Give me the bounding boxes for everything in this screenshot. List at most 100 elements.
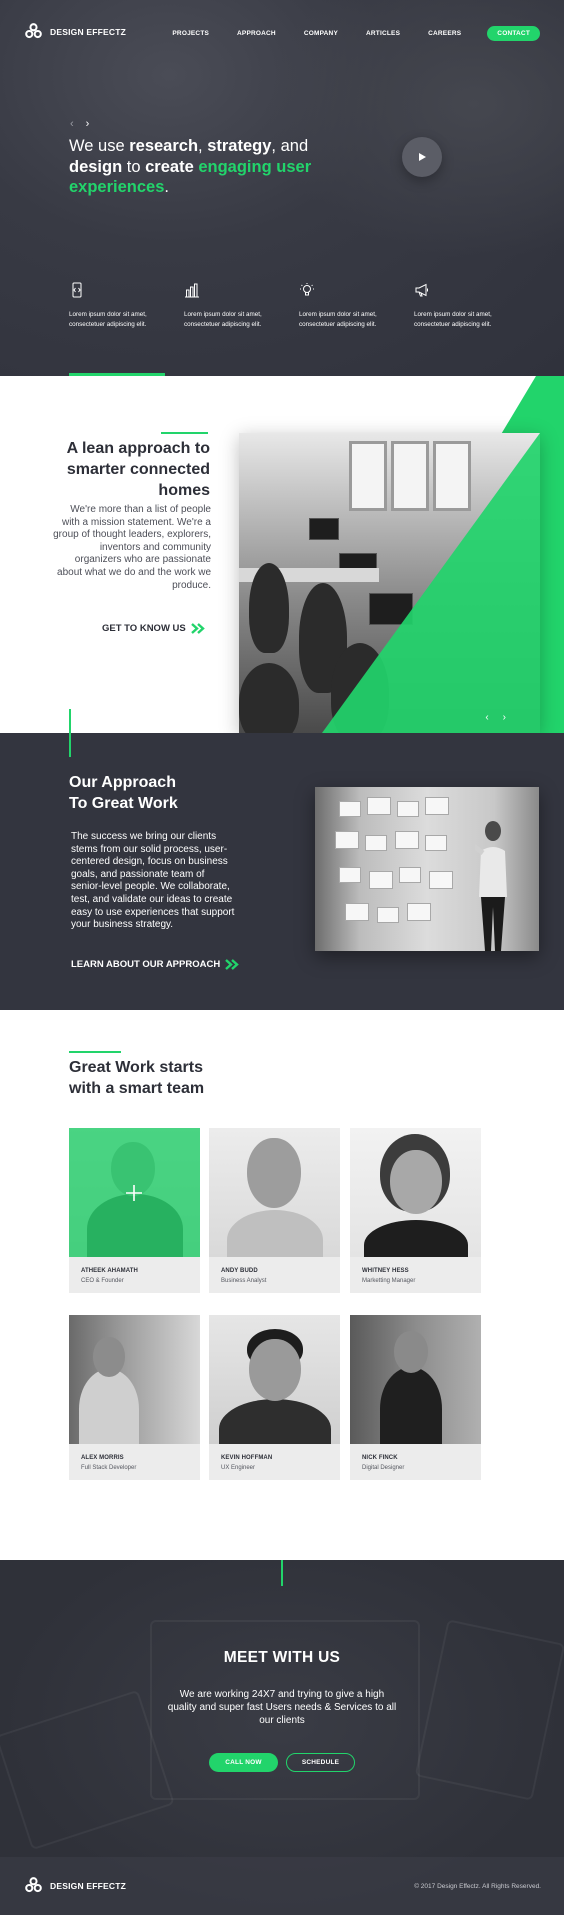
photo-slider-arrows: ‹ ›: [485, 712, 506, 723]
photo-body: [364, 1220, 468, 1257]
board-note: [425, 835, 447, 851]
approach-title-line: Our Approach: [69, 774, 176, 791]
member-name: NICK FINCK: [362, 1455, 398, 1461]
photo-body: [227, 1210, 323, 1257]
team-title-line: Great Work starts: [69, 1059, 203, 1076]
photo-face: [93, 1337, 125, 1377]
hero-slider-arrows: ‹ ›: [70, 118, 89, 130]
headline-text: ,: [198, 137, 208, 155]
photo-prev-arrow-icon[interactable]: ‹: [485, 712, 488, 723]
hero-section: DESIGN EFFECTZ PROJECTS APPROACH COMPANY…: [0, 0, 564, 376]
board-note: [339, 801, 361, 817]
lean-approach-section: A lean approach to smarter connected hom…: [0, 376, 564, 733]
brand-name: DESIGN EFFECTZ: [50, 1880, 126, 1891]
team-card[interactable]: ANDY BUDD Business Analyst: [209, 1128, 340, 1293]
board-note: [377, 907, 399, 923]
hero-next-arrow-icon[interactable]: ›: [86, 118, 90, 130]
nav-articles[interactable]: ARTICLES: [366, 30, 400, 37]
contact-button[interactable]: CONTACT: [487, 26, 540, 41]
board-note: [407, 903, 431, 921]
learn-about-approach-link[interactable]: LEARN ABOUT OUR APPROACH: [71, 959, 239, 970]
team-card[interactable]: ATHEEK AHAMATH CEO & Founder: [69, 1128, 200, 1293]
feature-text: Lorem ipsum dolor sit amet, consectetuer…: [414, 311, 492, 328]
presenter-figure: [475, 821, 507, 951]
nav-approach[interactable]: APPROACH: [237, 30, 276, 37]
member-name: ATHEEK AHAMATH: [81, 1268, 138, 1274]
photo-body: [79, 1369, 139, 1444]
member-role: Marketting Manager: [362, 1278, 416, 1284]
headline-text: , and: [271, 137, 309, 155]
cta-label: GET TO KNOW US: [102, 623, 186, 634]
team-card[interactable]: KEVIN HOFFMAN UX Engineer: [209, 1315, 340, 1480]
meet-section: MEET WITH US We are working 24X7 and try…: [0, 1560, 564, 1915]
approach-section: Our Approach To Great Work The success we…: [0, 709, 564, 1010]
team-photo: [209, 1128, 340, 1257]
team-card[interactable]: WHITNEY HESS Marketting Manager: [350, 1128, 481, 1293]
headline-text: to: [122, 157, 146, 176]
member-role: Digital Designer: [362, 1465, 405, 1471]
feature-item: Lorem ipsum dolor sit amet, consectetuer…: [299, 282, 414, 329]
megaphone-icon: [414, 282, 430, 298]
section-connector-line: [281, 1560, 283, 1586]
feature-item: Lorem ipsum dolor sit amet, consectetuer…: [69, 282, 184, 329]
plus-icon: [126, 1185, 142, 1201]
cta-label: LEARN ABOUT OUR APPROACH: [71, 959, 221, 970]
meet-body: We are working 24X7 and trying to give a…: [167, 1689, 397, 1726]
lightbulb-icon: [299, 282, 315, 298]
team-card[interactable]: NICK FINCK Digital Designer: [350, 1315, 481, 1480]
header-logo[interactable]: DESIGN EFFECTZ: [25, 23, 126, 40]
team-card[interactable]: ALEX MORRIS Full Stack Developer: [69, 1315, 200, 1480]
approach-title: Our Approach To Great Work: [69, 773, 249, 814]
section-connector-line: [69, 709, 71, 757]
headline-bold-word: research: [129, 137, 199, 155]
schedule-button[interactable]: SCHEDULE: [286, 1753, 355, 1772]
member-name: KEVIN HOFFMAN: [221, 1455, 273, 1461]
team-photo: [69, 1128, 200, 1257]
approach-body: The success we bring our clients stems f…: [71, 831, 235, 931]
board-note: [395, 831, 419, 849]
feature-item: Lorem ipsum dolor sit amet, consectetuer…: [184, 282, 299, 329]
nav-projects[interactable]: PROJECTS: [172, 30, 209, 37]
main-nav: PROJECTS APPROACH COMPANY ARTICLES CAREE…: [144, 26, 540, 41]
call-now-button[interactable]: CALL NOW: [209, 1753, 278, 1772]
board-note: [369, 871, 393, 889]
feature-item: Lorem ipsum dolor sit amet, consectetuer…: [414, 282, 529, 329]
footer: DESIGN EFFECTZ © 2017 Design Effectz. Al…: [0, 1857, 564, 1915]
hero-prev-arrow-icon[interactable]: ‹: [70, 118, 74, 130]
hero-headline: We use research, strategy, and design to…: [69, 136, 319, 198]
double-chevron-icon: [225, 959, 239, 970]
member-role: UX Engineer: [221, 1465, 256, 1471]
logo-mark-icon: [25, 23, 42, 40]
footer-logo[interactable]: DESIGN EFFECTZ: [25, 1877, 126, 1894]
play-icon: [419, 153, 426, 161]
team-photo: [209, 1315, 340, 1444]
photo-body: [219, 1399, 331, 1444]
team-photo: [350, 1315, 481, 1444]
nav-company[interactable]: COMPANY: [304, 30, 338, 37]
nav-careers[interactable]: CAREERS: [428, 30, 461, 37]
board-note: [335, 831, 359, 849]
play-video-button[interactable]: [402, 137, 442, 177]
member-name: ALEX MORRIS: [81, 1455, 124, 1461]
photo-next-arrow-icon[interactable]: ›: [503, 712, 506, 723]
feature-list: Lorem ipsum dolor sit amet, consectetuer…: [69, 282, 529, 329]
section-divider: [161, 432, 208, 434]
lean-title: A lean approach to smarter connected hom…: [66, 440, 210, 499]
feature-text: Lorem ipsum dolor sit amet, consectetuer…: [184, 311, 262, 328]
board-note: [365, 835, 387, 851]
approach-title-line: To Great Work: [69, 794, 178, 812]
whiteboard-photo: [315, 787, 539, 951]
headline-text: We use: [69, 137, 130, 155]
member-role: CEO & Founder: [81, 1278, 124, 1284]
board-note: [429, 871, 453, 889]
headline-bold-word: design: [69, 157, 123, 176]
double-chevron-icon: [190, 623, 205, 634]
board-note: [367, 797, 391, 815]
team-title-line: with a smart team: [69, 1079, 205, 1097]
section-divider: [69, 1051, 121, 1053]
member-role: Full Stack Developer: [81, 1465, 137, 1471]
headline-bold-word: strategy: [207, 137, 272, 155]
get-to-know-us-link[interactable]: GET TO KNOW US: [102, 623, 205, 634]
feature-text: Lorem ipsum dolor sit amet, consectetuer…: [69, 311, 147, 328]
member-role: Business Analyst: [221, 1278, 267, 1284]
